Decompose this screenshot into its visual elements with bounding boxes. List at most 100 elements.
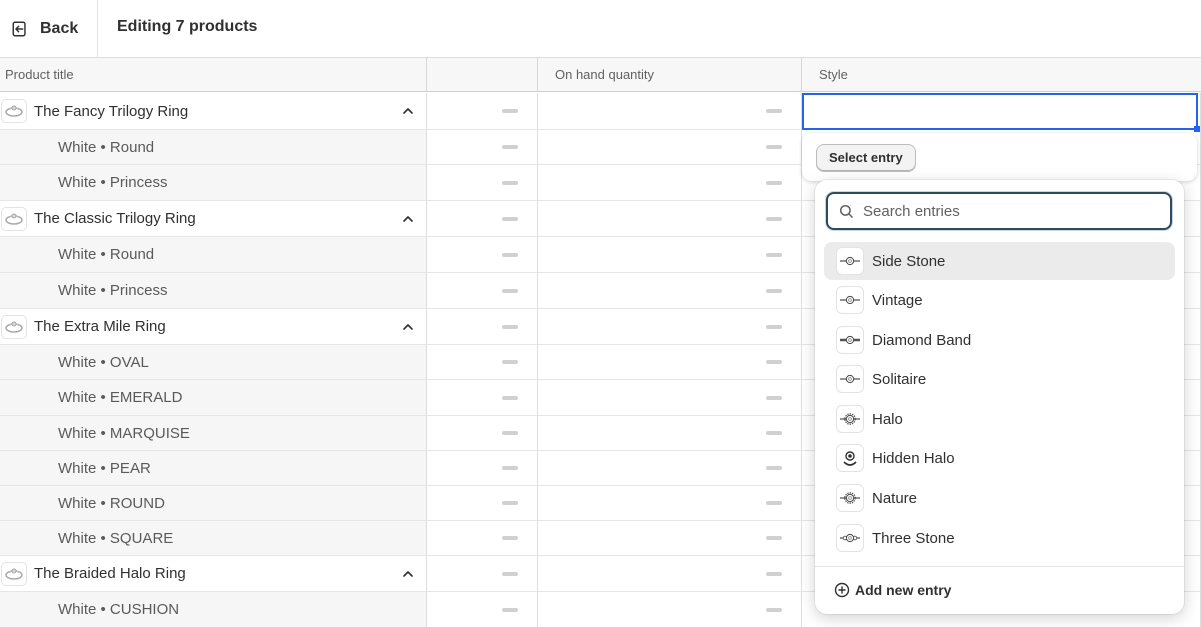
column-header-style[interactable]: Style <box>802 58 1201 92</box>
title-cell[interactable]: White • Round <box>0 237 427 273</box>
entry-option[interactable]: Vintage <box>824 281 1175 319</box>
empty-value-dash <box>502 431 518 435</box>
on-hand-quantity-cell[interactable] <box>538 592 802 627</box>
blank-cell[interactable] <box>427 93 538 130</box>
empty-value-dash <box>502 324 518 329</box>
blank-cell[interactable] <box>427 165 538 201</box>
on-hand-quantity-cell[interactable] <box>538 93 802 130</box>
entry-option[interactable]: Three Stone <box>824 519 1175 557</box>
empty-value-dash <box>766 395 782 400</box>
chevron-up-icon[interactable] <box>401 212 415 226</box>
entry-option-label: Hidden Halo <box>872 449 955 467</box>
variant-title: White • ROUND <box>58 494 165 512</box>
empty-value-dash <box>766 109 782 113</box>
search-field[interactable] <box>826 192 1172 230</box>
title-cell[interactable]: The Braided Halo Ring <box>0 556 427 592</box>
blank-cell[interactable] <box>427 309 538 345</box>
title-cell[interactable]: White • Princess <box>0 273 427 309</box>
blank-cell[interactable] <box>427 521 538 556</box>
column-header-product-title[interactable]: Product title <box>0 58 427 92</box>
solitaire-ring-icon <box>836 365 864 393</box>
product-title: The Fancy Trilogy Ring <box>34 102 189 120</box>
product-title: The Braided Halo Ring <box>34 565 186 582</box>
empty-value-dash <box>502 607 518 612</box>
on-hand-quantity-cell[interactable] <box>538 273 802 309</box>
style-cell-selected[interactable] <box>802 93 1198 130</box>
product-title: The Extra Mile Ring <box>34 318 166 335</box>
empty-value-dash <box>502 360 518 364</box>
chevron-up-icon[interactable] <box>401 320 415 334</box>
empty-value-dash <box>502 395 518 400</box>
entry-option-label: Halo <box>872 410 903 428</box>
blank-cell[interactable] <box>427 486 538 521</box>
search-input[interactable] <box>863 194 1163 228</box>
back-button[interactable]: Back <box>0 0 98 58</box>
blank-cell[interactable] <box>427 273 538 309</box>
title-cell[interactable]: White • Round <box>0 130 427 165</box>
empty-value-dash <box>766 466 782 470</box>
blank-cell[interactable] <box>427 592 538 627</box>
on-hand-quantity-cell[interactable] <box>538 130 802 165</box>
on-hand-quantity-cell[interactable] <box>538 416 802 451</box>
title-cell[interactable]: White • ROUND <box>0 486 427 521</box>
entry-option[interactable]: Halo <box>824 400 1175 438</box>
entry-option[interactable]: Solitaire <box>824 360 1175 398</box>
title-cell[interactable]: White • Princess <box>0 165 427 201</box>
on-hand-quantity-cell[interactable] <box>538 556 802 592</box>
chevron-up-icon[interactable] <box>401 104 415 118</box>
blank-cell[interactable] <box>427 345 538 380</box>
variant-title: White • OVAL <box>58 353 149 371</box>
blank-cell[interactable] <box>427 237 538 273</box>
product-thumbnail-icon <box>1 561 27 586</box>
on-hand-quantity-cell[interactable] <box>538 309 802 345</box>
fill-handle[interactable] <box>1194 126 1200 132</box>
title-cell[interactable]: White • PEAR <box>0 451 427 486</box>
add-new-entry-label: Add new entry <box>855 582 952 598</box>
variant-title: White • Princess <box>58 174 168 191</box>
title-cell[interactable]: White • OVAL <box>0 345 427 380</box>
title-cell[interactable]: White • SQUARE <box>0 521 427 556</box>
on-hand-quantity-cell[interactable] <box>538 521 802 556</box>
top-bar: Back Editing 7 products <box>0 0 1201 58</box>
variant-title: White • MARQUISE <box>58 424 190 442</box>
blank-cell[interactable] <box>427 416 538 451</box>
title-cell[interactable]: The Classic Trilogy Ring <box>0 201 427 237</box>
title-cell[interactable]: White • EMERALD <box>0 380 427 416</box>
on-hand-quantity-cell[interactable] <box>538 451 802 486</box>
column-header-on-hand-quantity[interactable]: On hand quantity <box>538 58 802 92</box>
blank-cell[interactable] <box>427 201 538 237</box>
on-hand-quantity-cell[interactable] <box>538 380 802 416</box>
on-hand-quantity-cell[interactable] <box>538 345 802 380</box>
chevron-up-icon[interactable] <box>401 567 415 581</box>
on-hand-quantity-cell[interactable] <box>538 201 802 237</box>
page-title: Editing 7 products <box>117 18 258 35</box>
entry-option-label: Side Stone <box>872 252 946 270</box>
title-cell[interactable]: White • MARQUISE <box>0 416 427 451</box>
title-cell[interactable]: The Extra Mile Ring <box>0 309 427 345</box>
entry-option[interactable]: Nature <box>824 479 1175 517</box>
entry-option[interactable]: Side Stone <box>824 242 1175 280</box>
empty-value-dash <box>502 536 518 540</box>
entry-option[interactable]: Diamond Band <box>824 321 1175 359</box>
title-cell[interactable]: White • CUSHION <box>0 592 427 627</box>
variant-title: White • Round <box>58 246 155 263</box>
on-hand-quantity-cell[interactable] <box>538 165 802 201</box>
blank-cell[interactable] <box>427 451 538 486</box>
entry-option[interactable]: Hidden Halo <box>824 439 1175 477</box>
diamond-band-ring-icon <box>836 326 864 354</box>
search-icon <box>839 204 853 218</box>
select-entry-button[interactable]: Select entry <box>816 144 916 172</box>
empty-value-dash <box>502 252 518 257</box>
title-cell[interactable]: The Fancy Trilogy Ring <box>0 93 427 130</box>
variant-title: White • Round <box>58 138 155 156</box>
entry-option-label: Vintage <box>872 291 923 309</box>
blank-cell[interactable] <box>427 556 538 592</box>
empty-value-dash <box>766 288 782 293</box>
add-new-entry-button[interactable]: Add new entry <box>834 580 951 600</box>
hidden-halo-ring-icon <box>836 444 864 472</box>
on-hand-quantity-cell[interactable] <box>538 486 802 521</box>
blank-cell[interactable] <box>427 380 538 416</box>
column-header-blank[interactable] <box>427 58 538 92</box>
on-hand-quantity-cell[interactable] <box>538 237 802 273</box>
blank-cell[interactable] <box>427 130 538 165</box>
